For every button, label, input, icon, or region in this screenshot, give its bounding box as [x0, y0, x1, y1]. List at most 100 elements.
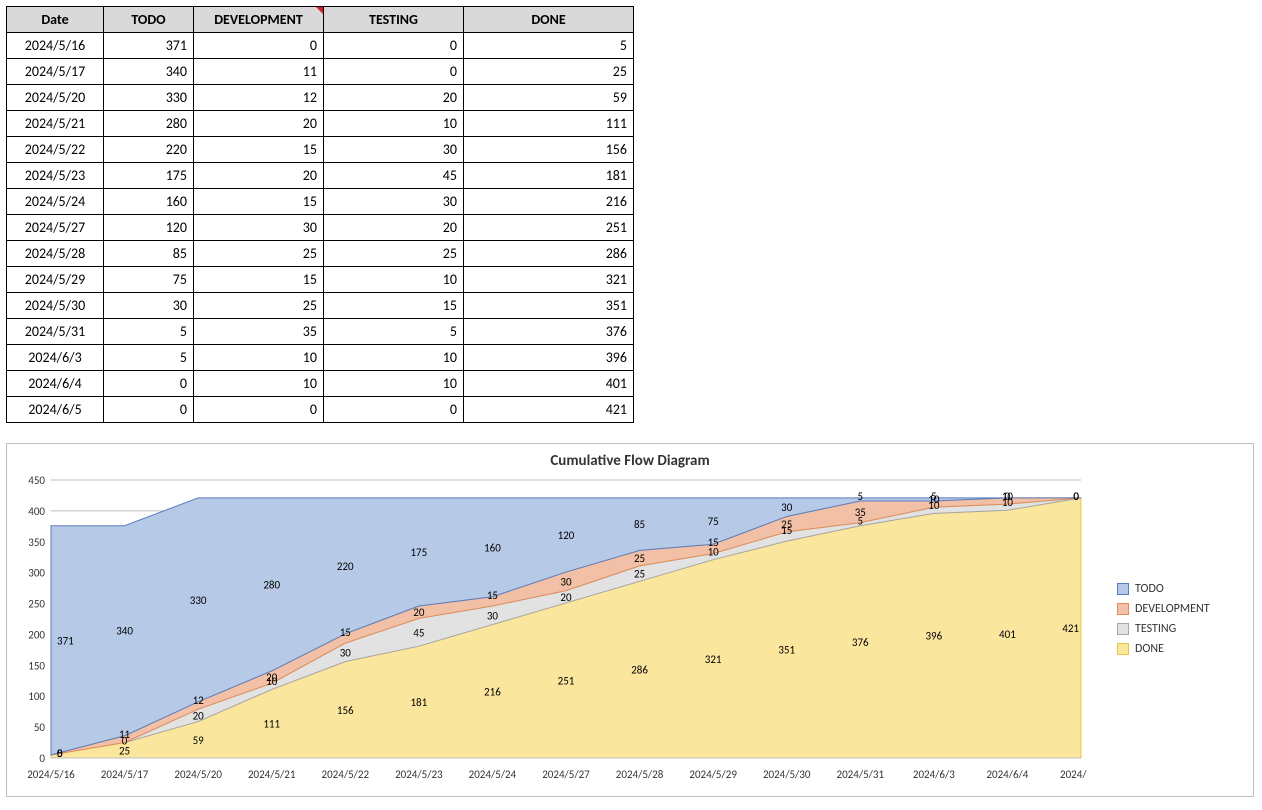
table-row[interactable]: 2024/6/5000421: [7, 397, 634, 423]
cell-date[interactable]: 2024/5/24: [7, 189, 104, 215]
cell-value[interactable]: 351: [464, 293, 634, 319]
cell-value[interactable]: 280: [104, 111, 194, 137]
cell-value[interactable]: 25: [194, 293, 324, 319]
cell-date[interactable]: 2024/5/22: [7, 137, 104, 163]
cell-value[interactable]: 340: [104, 59, 194, 85]
legend-item-todo[interactable]: TODO: [1117, 582, 1210, 596]
cell-value[interactable]: 59: [464, 85, 634, 111]
cell-date[interactable]: 2024/5/30: [7, 293, 104, 319]
col-header-development[interactable]: DEVELOPMENT: [194, 7, 324, 33]
table-row[interactable]: 2024/5/222201530156: [7, 137, 634, 163]
cell-date[interactable]: 2024/5/28: [7, 241, 104, 267]
cell-date[interactable]: 2024/5/23: [7, 163, 104, 189]
cell-value[interactable]: 10: [324, 345, 464, 371]
cell-date[interactable]: 2024/5/31: [7, 319, 104, 345]
cell-date[interactable]: 2024/6/4: [7, 371, 104, 397]
cell-value[interactable]: 0: [194, 33, 324, 59]
cell-date[interactable]: 2024/6/3: [7, 345, 104, 371]
cell-value[interactable]: 0: [324, 397, 464, 423]
cell-value[interactable]: 85: [104, 241, 194, 267]
comment-indicator-icon[interactable]: [316, 7, 323, 14]
table-row[interactable]: 2024/5/231752045181: [7, 163, 634, 189]
cell-value[interactable]: 11: [194, 59, 324, 85]
cell-value[interactable]: 251: [464, 215, 634, 241]
cell-value[interactable]: 5: [324, 319, 464, 345]
cell-value[interactable]: 10: [194, 345, 324, 371]
cell-value[interactable]: 111: [464, 111, 634, 137]
legend-item-done[interactable]: DONE: [1117, 642, 1210, 656]
cell-value[interactable]: 25: [194, 241, 324, 267]
col-header-done[interactable]: DONE: [464, 7, 634, 33]
table-row[interactable]: 2024/5/28852525286: [7, 241, 634, 267]
cell-value[interactable]: 421: [464, 397, 634, 423]
cell-value[interactable]: 156: [464, 137, 634, 163]
table-row[interactable]: 2024/5/1734011025: [7, 59, 634, 85]
cell-value[interactable]: 12: [194, 85, 324, 111]
cell-value[interactable]: 25: [324, 241, 464, 267]
cell-value[interactable]: 401: [464, 371, 634, 397]
cell-value[interactable]: 20: [324, 85, 464, 111]
cell-value[interactable]: 0: [324, 59, 464, 85]
cell-value[interactable]: 220: [104, 137, 194, 163]
cell-date[interactable]: 2024/5/17: [7, 59, 104, 85]
cell-value[interactable]: 376: [464, 319, 634, 345]
table-row[interactable]: 2024/5/241601530216: [7, 189, 634, 215]
cell-value[interactable]: 30: [324, 189, 464, 215]
cell-date[interactable]: 2024/5/29: [7, 267, 104, 293]
cell-value[interactable]: 175: [104, 163, 194, 189]
cell-value[interactable]: 120: [104, 215, 194, 241]
cell-value[interactable]: 10: [194, 371, 324, 397]
legend-item-testing[interactable]: TESTING: [1117, 622, 1210, 636]
cell-value[interactable]: 75: [104, 267, 194, 293]
cell-value[interactable]: 10: [324, 111, 464, 137]
cell-value[interactable]: 216: [464, 189, 634, 215]
cell-value[interactable]: 160: [104, 189, 194, 215]
cell-value[interactable]: 10: [324, 267, 464, 293]
cell-value[interactable]: 5: [104, 319, 194, 345]
cell-value[interactable]: 15: [194, 189, 324, 215]
cell-value[interactable]: 5: [104, 345, 194, 371]
table-row[interactable]: 2024/5/16371005: [7, 33, 634, 59]
table-row[interactable]: 2024/5/315355376: [7, 319, 634, 345]
table-row[interactable]: 2024/5/29751510321: [7, 267, 634, 293]
cell-date[interactable]: 2024/6/5: [7, 397, 104, 423]
cell-value[interactable]: 20: [194, 163, 324, 189]
table-row[interactable]: 2024/5/271203020251: [7, 215, 634, 241]
cell-date[interactable]: 2024/5/16: [7, 33, 104, 59]
table-row[interactable]: 2024/5/20330122059: [7, 85, 634, 111]
table-row[interactable]: 2024/5/212802010111: [7, 111, 634, 137]
col-header-todo[interactable]: TODO: [104, 7, 194, 33]
cell-date[interactable]: 2024/5/27: [7, 215, 104, 241]
legend-item-development[interactable]: DEVELOPMENT: [1117, 602, 1210, 616]
cell-value[interactable]: 15: [194, 267, 324, 293]
cell-value[interactable]: 0: [104, 397, 194, 423]
cell-value[interactable]: 45: [324, 163, 464, 189]
table-row[interactable]: 2024/6/351010396: [7, 345, 634, 371]
cell-value[interactable]: 20: [324, 215, 464, 241]
col-header-testing[interactable]: TESTING: [324, 7, 464, 33]
cell-value[interactable]: 0: [104, 371, 194, 397]
cell-value[interactable]: 5: [464, 33, 634, 59]
cell-value[interactable]: 0: [324, 33, 464, 59]
cell-date[interactable]: 2024/5/21: [7, 111, 104, 137]
cell-value[interactable]: 10: [324, 371, 464, 397]
cell-value[interactable]: 0: [194, 397, 324, 423]
table-row[interactable]: 2024/6/401010401: [7, 371, 634, 397]
cell-value[interactable]: 35: [194, 319, 324, 345]
cell-value[interactable]: 30: [104, 293, 194, 319]
cell-value[interactable]: 20: [194, 111, 324, 137]
cell-value[interactable]: 15: [324, 293, 464, 319]
table-row[interactable]: 2024/5/30302515351: [7, 293, 634, 319]
cell-value[interactable]: 30: [194, 215, 324, 241]
cell-value[interactable]: 25: [464, 59, 634, 85]
cell-date[interactable]: 2024/5/20: [7, 85, 104, 111]
cell-value[interactable]: 15: [194, 137, 324, 163]
data-table[interactable]: DateTODODEVELOPMENTTESTINGDONE 2024/5/16…: [6, 6, 634, 423]
cell-value[interactable]: 181: [464, 163, 634, 189]
cell-value[interactable]: 30: [324, 137, 464, 163]
col-header-date[interactable]: Date: [7, 7, 104, 33]
cell-value[interactable]: 371: [104, 33, 194, 59]
cell-value[interactable]: 321: [464, 267, 634, 293]
cell-value[interactable]: 330: [104, 85, 194, 111]
cell-value[interactable]: 286: [464, 241, 634, 267]
